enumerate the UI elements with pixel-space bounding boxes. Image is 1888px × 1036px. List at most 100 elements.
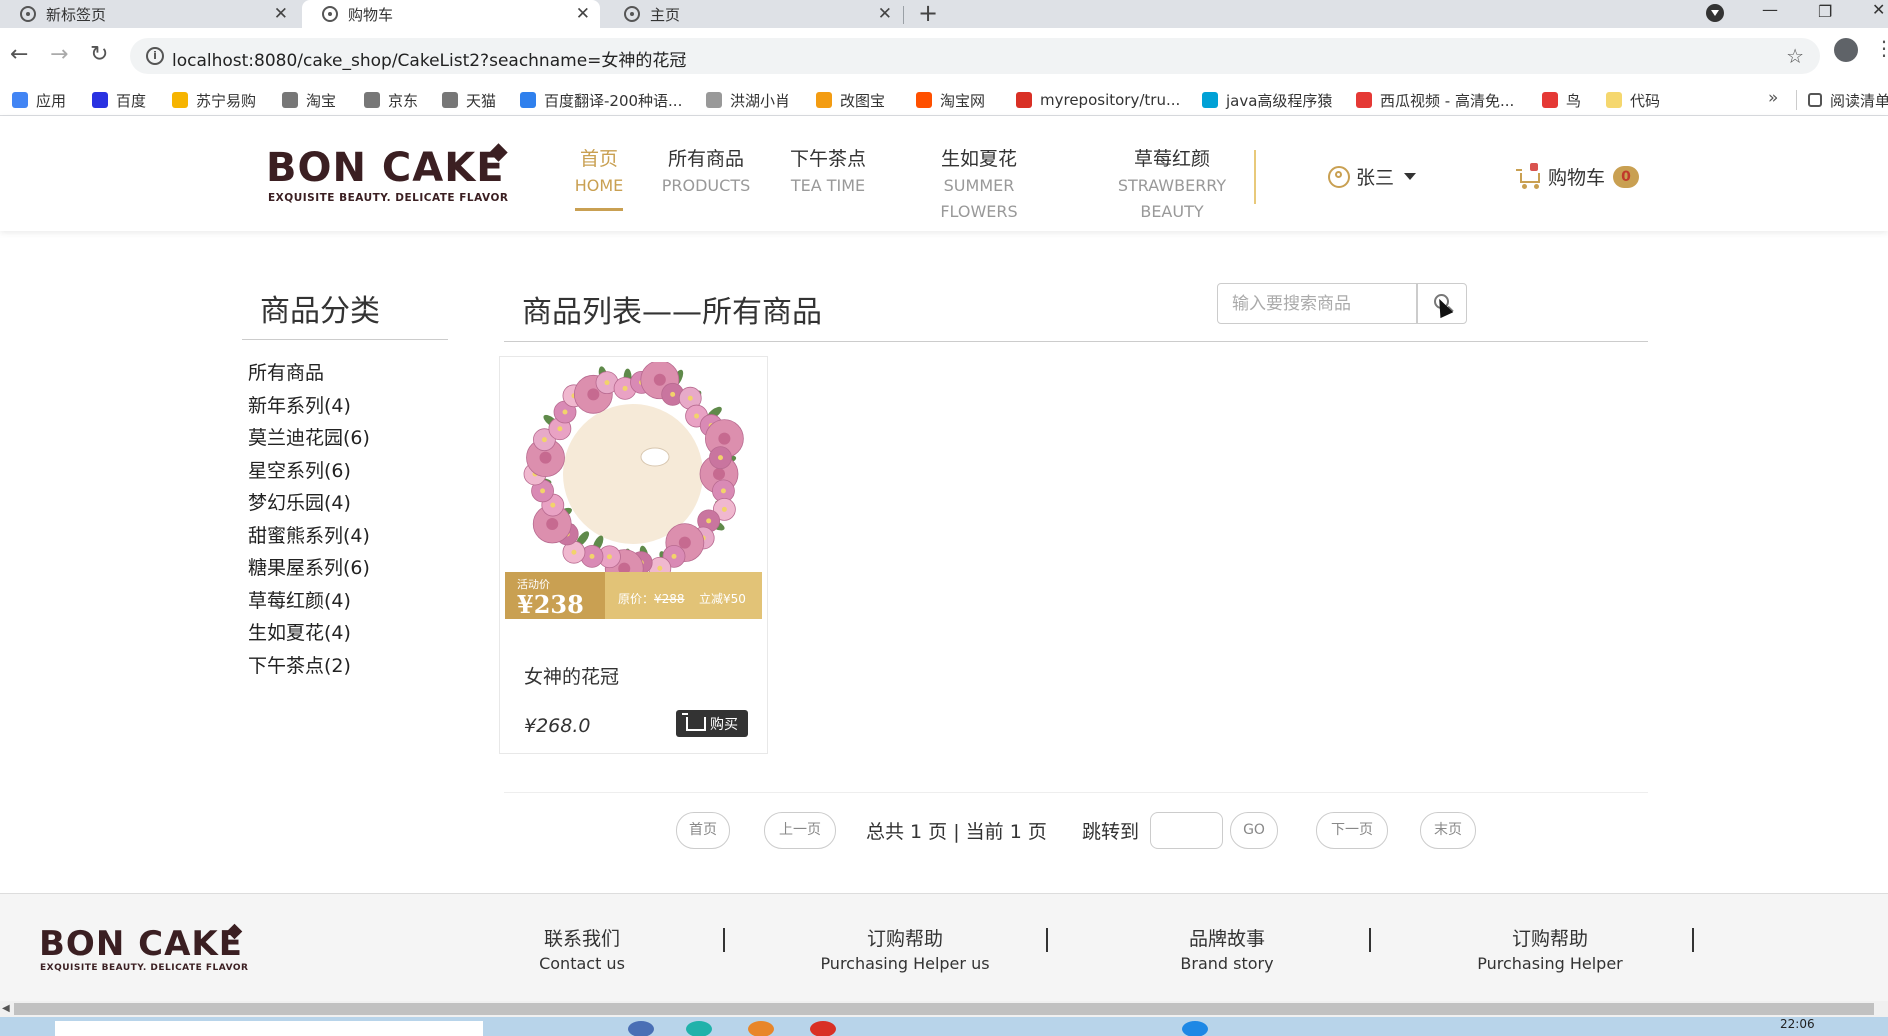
nav-products[interactable]: 所有商品 PRODUCTS: [660, 145, 752, 199]
bookmark-label: 代码: [1630, 91, 1661, 110]
bookmark-item[interactable]: 苏宁易购: [172, 84, 256, 116]
globe-icon: [322, 6, 338, 22]
sidebar-category-item[interactable]: 所有商品: [248, 359, 370, 392]
cart-link[interactable]: 购物车 0: [1516, 162, 1640, 190]
bookmark-favicon-icon: [520, 92, 536, 108]
footer-link-en: Brand story: [1180, 954, 1274, 973]
bookmark-item[interactable]: 淘宝: [282, 84, 336, 116]
restore-icon[interactable]: ❐: [1818, 2, 1832, 22]
taskbar-app-icon[interactable]: [686, 1021, 712, 1036]
pager-divider: [504, 792, 1648, 793]
tab-new-tab[interactable]: 新标签页 ✕: [0, 0, 298, 28]
sidebar-category-item[interactable]: 莫兰迪花园(6): [248, 424, 370, 457]
footer-link-cn: 订购帮助: [866, 928, 943, 950]
tab-search-icon[interactable]: [1706, 4, 1724, 22]
user-menu[interactable]: 张三: [1328, 163, 1417, 190]
taskbar-app-icon[interactable]: [1182, 1021, 1208, 1036]
scroll-left-icon[interactable]: ◀: [2, 1003, 10, 1014]
bookmark-item[interactable]: myrepository/tru...: [1016, 84, 1180, 116]
pager-prev-button[interactable]: 上一页: [764, 812, 836, 849]
bookmark-label: java高级程序猿: [1226, 91, 1333, 110]
close-icon[interactable]: ✕: [274, 4, 288, 24]
taskbar-app-icon[interactable]: [628, 1021, 654, 1036]
bookmark-item[interactable]: 百度翻译-200种语...: [520, 84, 682, 116]
bookmark-item[interactable]: 天猫: [442, 84, 496, 116]
footer-purchasing-help[interactable]: 订购帮助 Purchasing Helper us: [815, 926, 995, 976]
close-icon[interactable]: ✕: [576, 4, 590, 24]
nav-tea-time[interactable]: 下午茶点 TEA TIME: [782, 145, 874, 199]
account-avatar-icon[interactable]: [1834, 38, 1858, 62]
sidebar-category-item[interactable]: 下午茶点(2): [248, 652, 370, 685]
taskbar-clock: 22:06: [1780, 1017, 1815, 1031]
address-bar[interactable]: i localhost:8080/cake_shop/CakeList2?sea…: [130, 38, 1820, 74]
browser-toolbar: ← → ↻ i localhost:8080/cake_shop/CakeLis…: [0, 28, 1888, 84]
minimize-icon[interactable]: —: [1762, 0, 1778, 20]
close-icon[interactable]: ✕: [878, 4, 892, 24]
bookmark-item[interactable]: 西瓜视频 - 高清免...: [1356, 84, 1514, 116]
product-card[interactable]: 活动价 ¥238 原价：¥288 立减¥50 女神的花冠 ¥268.0 购买: [499, 356, 768, 754]
reading-list-icon: [1808, 93, 1822, 107]
taskbar-app-icon[interactable]: [810, 1021, 836, 1036]
footer-purchasing-helper[interactable]: 订购帮助 Purchasing Helper: [1470, 926, 1630, 976]
pager-next-button[interactable]: 下一页: [1316, 812, 1388, 849]
bookmark-favicon-icon: [1016, 92, 1032, 108]
footer-link-cn: 订购帮助: [1511, 928, 1588, 950]
bookmark-item[interactable]: java高级程序猿: [1202, 84, 1332, 116]
footer-logo-wordmark: BON CAKE: [39, 924, 243, 964]
forward-arrow-icon[interactable]: →: [50, 42, 68, 68]
sidebar-category-item[interactable]: 糖果屋系列(6): [248, 554, 370, 587]
horizontal-scrollbar[interactable]: ◀: [0, 1001, 1888, 1017]
sidebar-category-item[interactable]: 星空系列(6): [248, 457, 370, 490]
bookmark-favicon-icon: [1356, 92, 1372, 108]
pager-go-button[interactable]: GO: [1230, 812, 1278, 849]
nav-home-en: HOME: [574, 176, 624, 195]
site-info-icon[interactable]: i: [146, 47, 164, 65]
sidebar-category-item[interactable]: 生如夏花(4): [248, 619, 370, 652]
pager-first-button[interactable]: 首页: [676, 812, 730, 849]
tab-cart[interactable]: 购物车 ✕: [302, 0, 600, 28]
bookmark-item[interactable]: 改图宝: [816, 84, 885, 116]
product-name[interactable]: 女神的花冠: [524, 662, 619, 689]
browser-menu-icon[interactable]: ⋮: [1874, 36, 1888, 60]
bookmark-item[interactable]: 应用: [12, 84, 66, 116]
sidebar-divider: [242, 339, 448, 340]
bookmark-item[interactable]: 洪湖小肖: [706, 84, 790, 116]
bookmark-item[interactable]: 百度: [92, 84, 146, 116]
product-price: ¥268.0: [524, 715, 591, 737]
sidebar-category-item[interactable]: 草莓红颜(4): [248, 587, 370, 620]
nav-strawberry-beauty[interactable]: 草莓红颜 STRAWBERRY BEAUTY: [1086, 145, 1258, 225]
sidebar-category-item[interactable]: 甜蜜熊系列(4): [248, 522, 370, 555]
nav-strawberry-beauty-cn: 草莓红颜: [1133, 148, 1210, 170]
bookmark-item[interactable]: 鸟: [1542, 84, 1581, 116]
footer-contact-us[interactable]: 联系我们 Contact us: [522, 926, 642, 976]
bookmark-favicon-icon: [172, 92, 188, 108]
new-tab-plus-icon[interactable]: +: [918, 0, 938, 26]
sidebar-category-item[interactable]: 梦幻乐园(4): [248, 489, 370, 522]
search-input[interactable]: [1217, 283, 1417, 324]
window-close-icon[interactable]: ✕: [1872, 0, 1885, 20]
nav-summer-flowers[interactable]: 生如夏花 SUMMER FLOWERS: [904, 145, 1054, 225]
reload-icon[interactable]: ↻: [90, 42, 108, 68]
tab-home[interactable]: 主页 ✕: [604, 0, 902, 28]
bookmark-favicon-icon: [1542, 92, 1558, 108]
taskbar-search[interactable]: [55, 1021, 483, 1036]
buy-button[interactable]: 购买: [676, 710, 748, 737]
pager-jump-input[interactable]: [1150, 812, 1223, 849]
taskbar-app-icon[interactable]: [748, 1021, 774, 1036]
bookmark-item[interactable]: 淘宝网: [916, 84, 985, 116]
bookmark-star-icon[interactable]: ☆: [1786, 44, 1804, 68]
bookmark-item[interactable]: 京东: [364, 84, 418, 116]
url-text[interactable]: localhost:8080/cake_shop/CakeList2?seach…: [172, 46, 686, 71]
scrollbar-thumb[interactable]: [14, 1003, 1874, 1015]
footer-brand-story[interactable]: 品牌故事 Brand story: [1167, 926, 1287, 976]
nav-home[interactable]: 首页 HOME: [568, 145, 630, 199]
reading-list-label: 阅读清单: [1830, 91, 1888, 110]
bookmark-item[interactable]: 代码: [1606, 84, 1660, 116]
back-arrow-icon[interactable]: ←: [10, 42, 28, 68]
bookmarks-overflow-icon[interactable]: »: [1768, 88, 1778, 108]
pager-last-button[interactable]: 末页: [1420, 812, 1476, 849]
sidebar-category-item[interactable]: 新年系列(4): [248, 392, 370, 425]
reading-list[interactable]: 阅读清单: [1808, 84, 1888, 116]
tab-separator: [903, 6, 904, 24]
footer-separator: [1369, 928, 1371, 952]
